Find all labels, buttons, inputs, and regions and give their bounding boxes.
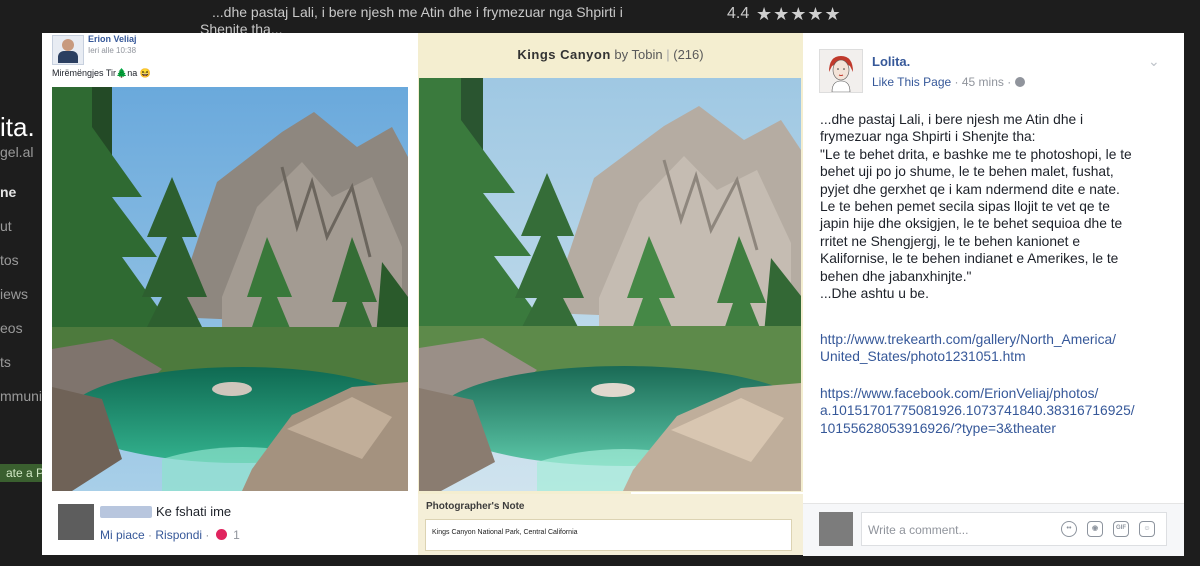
photographer-note: Photographer's Note Kings Canyon Nationa… (418, 494, 803, 555)
bg-rating-value: 4.4 (727, 5, 750, 22)
bg-nav-item: ne (0, 184, 17, 200)
landscape-photo (52, 87, 408, 491)
commenter-name-blurred (100, 506, 152, 518)
emoji-icon[interactable]: •• (1061, 521, 1077, 537)
post-sidebar: Lolita. Like This Page · 45 mins · ⌄ ...… (803, 33, 1184, 556)
caption-line: rritet ne Shengjergj, le te behen kanion… (820, 233, 1081, 249)
page-avatar[interactable] (819, 49, 863, 93)
bg-nav-item: eos (0, 320, 23, 336)
commenter-avatar (58, 504, 94, 540)
comment-actions: Mi piace · Rispondi · 1 (100, 528, 240, 542)
caption-line: Le te behen pemet secila sipas llojit te… (820, 199, 1110, 215)
gallery-count: (216) (673, 47, 704, 62)
comment-item: Ke fshati ime Mi piace · Rispondi · 1 (48, 500, 414, 555)
facebook-photo-link[interactable]: https://www.facebook.com/ErionVeliaj/pho… (820, 385, 1168, 437)
photo-area[interactable]: Erion Veliaj Ieri alle 10:38 Mirëmëngjes… (42, 33, 803, 555)
post-time: Ieri alle 10:38 (88, 46, 137, 55)
post-text: Mirëmëngjes Tir🌲na 😆 (52, 68, 151, 78)
bg-page-handle: gel.al (0, 144, 34, 160)
caption-line: behen dhe jabanxhinjte." (820, 268, 972, 284)
trekearth-link[interactable]: http://www.trekearth.com/gallery/North_A… (820, 331, 1168, 366)
bg-nav-item: ut (0, 218, 12, 234)
gallery-title: Kings Canyon by Tobin | (216) (517, 47, 704, 62)
right-comparison-panel: Kings Canyon by Tobin | (216) Photograph… (418, 33, 803, 555)
post-author: Erion Veliaj (88, 34, 137, 44)
bg-nav-item: iews (0, 286, 29, 302)
note-text: Kings Canyon National Park, Central Cali… (432, 529, 578, 536)
left-comparison-panel: Erion Veliaj Ieri alle 10:38 Mirëmëngjes… (48, 33, 414, 555)
reaction-count: 1 (233, 528, 240, 542)
note-label: Photographer's Note (426, 501, 525, 512)
my-avatar (819, 512, 853, 546)
chevron-down-icon[interactable]: ⌄ (1148, 53, 1160, 70)
globe-icon[interactable] (1014, 77, 1025, 87)
photo-lightbox: Erion Veliaj Ieri alle 10:38 Mirëmëngjes… (42, 33, 1184, 556)
camera-icon[interactable]: ◉ (1087, 521, 1103, 537)
caption-line: "Le te behet drita, e bashke me te photo… (820, 146, 1132, 162)
gallery-photo-title: Kings Canyon (517, 47, 611, 62)
caption-line: frymezuar nga Shpirti i Shenjte tha: (820, 129, 1036, 145)
comment-text: Ke fshati ime (156, 504, 232, 519)
love-reaction-icon (215, 529, 227, 540)
caption-line: ...dhe pastaj Lali, i bere njesh me Atin… (820, 112, 1084, 127)
post-caption: ...dhe pastaj Lali, i bere njesh me Atin… (820, 111, 1168, 302)
bg-nav-item: mmuni (0, 388, 43, 404)
post-timestamp[interactable]: 45 mins (962, 75, 1004, 89)
comment-input[interactable] (866, 520, 1050, 540)
comment-reply-link[interactable]: Rispondi (155, 528, 202, 542)
page-name[interactable]: Lolita. (872, 54, 910, 69)
bg-nav-item: tos (0, 252, 19, 268)
comment-composer: •• ◉ GIF ☺ (803, 503, 1184, 556)
author-avatar (52, 35, 84, 65)
comment-box: •• ◉ GIF ☺ (861, 512, 1167, 546)
post-header: Erion Veliaj Ieri alle 10:38 (48, 33, 414, 69)
gallery-author: by Tobin (614, 47, 663, 62)
caption-line: japin hije dhe oksigjen, le te behet seq… (820, 216, 1123, 232)
note-box: Kings Canyon National Park, Central Cali… (425, 519, 792, 551)
like-page-link[interactable]: Like This Page (872, 75, 951, 89)
comment-like-link[interactable]: Mi piace (100, 528, 145, 542)
landscape-photo (419, 78, 801, 491)
bg-rating-stars: ★★★★★ (756, 4, 842, 24)
bg-nav-item: ts (0, 354, 11, 370)
caption-line: pyjet dhe gerxhet qe i kam ndermend dite… (820, 181, 1120, 197)
caption-line: behet uji po jo shume, le te behen malet… (820, 164, 1114, 180)
caption-line: Kalifornise, le te behen indianet e Amer… (820, 251, 1119, 267)
caption-line: ...Dhe ashtu u be. (820, 286, 929, 302)
bg-post-text-1: ...dhe pastaj Lali, i bere njesh me Atin… (212, 4, 623, 20)
gif-icon[interactable]: GIF (1113, 521, 1129, 537)
bg-page-name: ita. (0, 112, 35, 142)
sticker-icon[interactable]: ☺ (1139, 521, 1155, 537)
post-meta: Like This Page · 45 mins · (872, 75, 1025, 89)
